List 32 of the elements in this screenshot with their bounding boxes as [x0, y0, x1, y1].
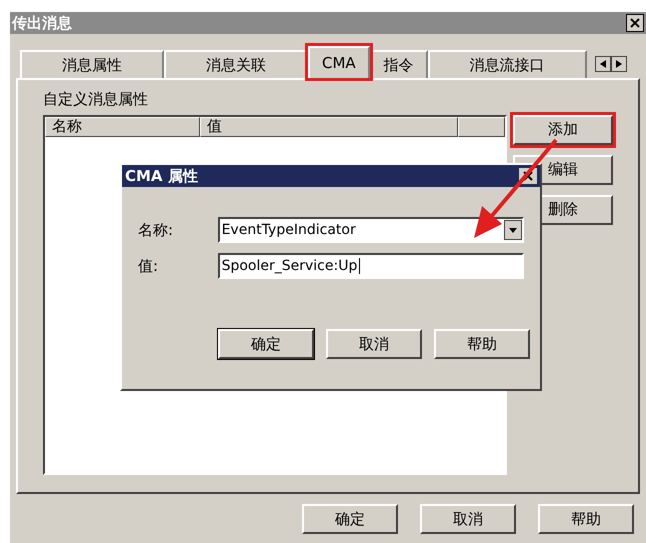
dialog-title: CMA 属性	[125, 166, 198, 187]
dialog-button[interactable]: 取消	[326, 329, 422, 359]
tab-scroll-right-button[interactable]	[610, 56, 627, 72]
dialog-button[interactable]: 确定	[302, 504, 398, 534]
tab[interactable]: 消息关联	[164, 50, 308, 78]
field-label: 名称:	[138, 220, 174, 241]
close-button[interactable]	[626, 14, 644, 32]
text-cursor	[359, 258, 360, 274]
tab[interactable]: 消息属性	[20, 50, 164, 78]
right-triangle-icon	[616, 60, 622, 68]
down-triangle-icon	[509, 228, 517, 232]
column-header[interactable]: 值	[200, 116, 458, 136]
name-combo-box[interactable]: EventTypeIndicator	[218, 217, 524, 243]
dropdown-button[interactable]	[504, 220, 522, 240]
left-triangle-icon	[600, 60, 606, 68]
dialog-button[interactable]: 确定	[218, 329, 314, 359]
close-icon	[523, 171, 533, 181]
field-value: Spooler_Service:Up	[222, 256, 358, 276]
tab[interactable]: CMA	[308, 46, 370, 78]
combo-value: EventTypeIndicator	[222, 220, 356, 240]
column-header[interactable]: 名称	[45, 116, 200, 136]
close-icon	[630, 18, 640, 28]
field-label: 值:	[138, 256, 160, 277]
tab-scroll-left-button[interactable]	[594, 56, 611, 72]
group-label: 自定义消息属性	[43, 89, 149, 110]
dialog-button[interactable]: 帮助	[538, 504, 634, 534]
dialog-button[interactable]: 帮助	[434, 329, 530, 359]
column-header[interactable]	[458, 116, 505, 136]
dialog-button[interactable]: 取消	[420, 504, 516, 534]
tab[interactable]: 消息流接口	[428, 50, 587, 78]
window-title: 传出消息	[12, 12, 72, 34]
value-input-field[interactable]: Spooler_Service:Up	[218, 253, 524, 279]
